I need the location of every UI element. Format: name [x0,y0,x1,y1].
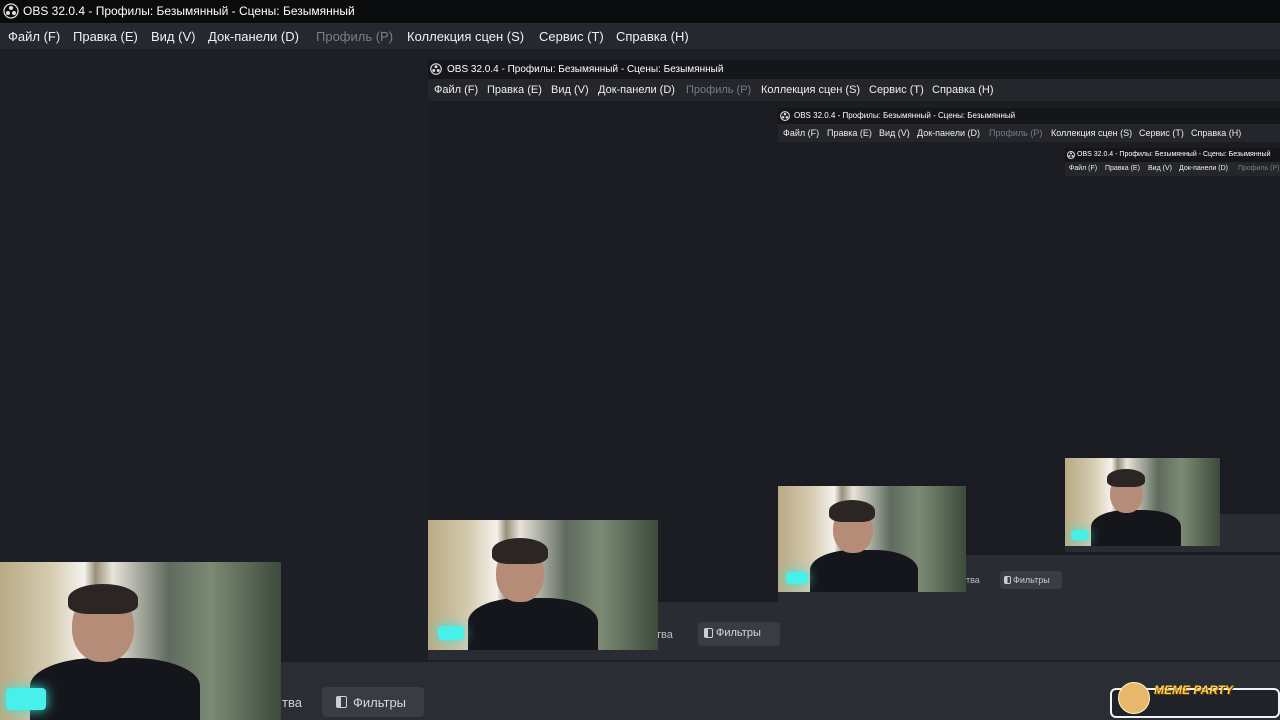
filter-icon [1004,576,1011,584]
menu-profile[interactable]: Профиль (P) [316,29,393,44]
filters-button[interactable]: Фильтры [322,687,424,717]
nested-title-3: OBS 32.0.4 - Профилы: Безымянный - Сцены… [1077,151,1271,158]
nested-menu-help: Справка (H) [932,84,994,96]
menu-scene-collection[interactable]: Коллекция сцен (S) [407,29,524,44]
nested2-menu-help: Справка (H) [1191,128,1242,138]
nested-menu-scene-collection: Коллекция сцен (S) [761,84,861,96]
webcam-rgb-light [6,688,46,710]
filters-label: Фильтры [353,695,407,710]
nested3-menu-docks: Док-панели (D) [1179,165,1228,172]
webcam-person-hair [1107,469,1145,487]
properties-tab-partial[interactable]: тва [282,695,302,710]
menu-help[interactable]: Справка (H) [616,29,689,44]
filter-icon [704,628,713,638]
nested-filters-label-2: Фильтры [1013,575,1050,585]
nested3-menu-file: Файл (F) [1069,165,1098,172]
nested2-menu-docks: Док-панели (D) [917,128,980,138]
webcam-person-body [810,550,918,592]
doge-icon [1118,682,1150,714]
nested-properties-partial-2: тва [966,575,980,585]
nested-titlebar-3: OBS 32.0.4 - Профилы: Безымянный - Сцены… [1065,148,1280,162]
nested-webcam-1 [428,520,658,650]
nested2-menu-view: Вид (V) [879,128,910,138]
webcam-person-hair [492,538,548,564]
nested2-menu-edit: Правка (E) [827,128,872,138]
menu-docks[interactable]: Док-панели (D) [208,29,299,44]
nested-menu-docks: Док-панели (D) [598,84,675,96]
nested2-menu-tools: Сервис (T) [1139,128,1184,138]
meme-party-badge: MEME PARTY [1110,682,1280,720]
menu-file[interactable]: Файл (F) [8,29,60,44]
filter-icon [336,696,347,708]
nested3-menu-profile: Профиль (P) [1238,165,1280,172]
obs-logo-icon [430,63,442,75]
webcam-rgb-light [1071,530,1089,540]
meme-party-text: MEME PARTY [1154,683,1233,697]
webcam-person-body [30,658,200,720]
nested2-menu-profile: Профиль (P) [989,128,1043,138]
nested-menubar-2: Файл (F) Правка (E) Вид (V) Док-панели (… [778,124,1280,142]
nested3-menu-edit: Правка (E) [1105,165,1140,172]
nested-filters-tab-2: Фильтры [1000,571,1062,589]
nested-menu-tools: Сервис (T) [869,84,924,96]
nested-menu-profile: Профиль (P) [686,84,752,96]
nested-title-1: OBS 32.0.4 - Профилы: Безымянный - Сцены… [447,64,724,75]
nested-menubar-3: Файл (F) Правка (E) Вид (V) Док-панели (… [1065,162,1280,176]
obs-logo-icon [1067,151,1075,159]
nested-webcam-2 [778,486,966,592]
menu-bar: Файл (F) Правка (E) Вид (V) Док-панели (… [0,23,1280,49]
nested-preview-3: OBS 32.0.4 - Профилы: Безымянный - Сцены… [1065,148,1280,552]
nested-titlebar-1: OBS 32.0.4 - Профилы: Безымянный - Сцены… [428,60,1280,79]
menu-edit[interactable]: Правка (E) [73,29,138,44]
webcam-person-body [468,598,598,650]
menu-tools[interactable]: Сервис (T) [539,29,604,44]
nested-filters-label-1: Фильтры [716,627,761,639]
nested3-menu-view: Вид (V) [1148,165,1172,172]
nested-menubar-1: Файл (F) Правка (E) Вид (V) Док-панели (… [428,79,1280,101]
nested-menu-file: Файл (F) [434,84,479,96]
nested-filters-tab-1: Фильтры [698,622,780,646]
nested-menu-edit: Правка (E) [487,84,542,96]
webcam-rgb-light [786,572,808,584]
obs-logo-icon [3,3,19,19]
webcam-person-body [1091,510,1181,546]
nested2-menu-scene-collection: Коллекция сцен (S) [1051,128,1133,138]
nested-title-2: OBS 32.0.4 - Профилы: Безымянный - Сцены… [794,111,1016,120]
menu-view[interactable]: Вид (V) [151,29,195,44]
nested-webcam-3 [1065,458,1220,546]
nested-properties-partial-1: тва [656,629,673,641]
webcam-person-hair [68,584,138,614]
obs-logo-icon [780,111,790,121]
webcam-source[interactable] [0,562,281,720]
webcam-rgb-light [438,626,464,640]
nested-menu-view: Вид (V) [551,84,589,96]
window-titlebar: OBS 32.0.4 - Профилы: Безымянный - Сцены… [0,0,1280,23]
nested2-menu-file: Файл (F) [783,128,820,138]
nested-titlebar-2: OBS 32.0.4 - Профилы: Безымянный - Сцены… [778,108,1280,124]
window-title: OBS 32.0.4 - Профилы: Безымянный - Сцены… [23,4,355,18]
webcam-person-hair [829,500,875,522]
